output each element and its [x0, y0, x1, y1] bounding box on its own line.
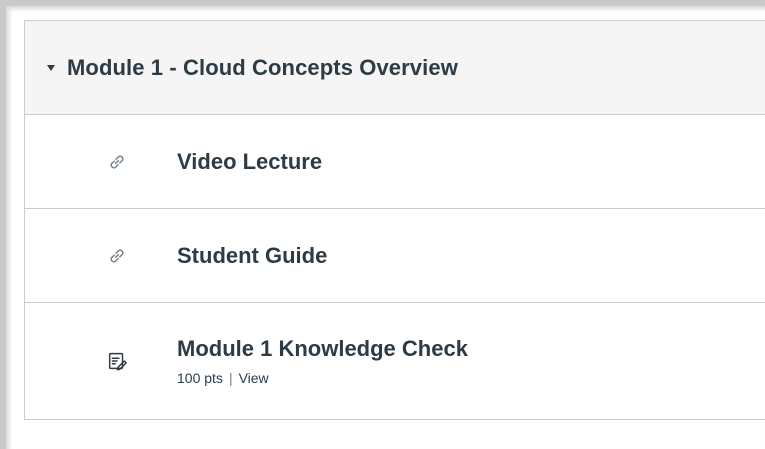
collapse-caret-icon[interactable] — [47, 65, 55, 71]
link-icon — [105, 150, 129, 174]
item-title[interactable]: Student Guide — [177, 243, 327, 269]
module-header[interactable]: Module 1 - Cloud Concepts Overview — [25, 21, 765, 115]
view-link[interactable]: View — [239, 370, 269, 386]
module-item-video-lecture[interactable]: Video Lecture — [25, 115, 765, 209]
item-title[interactable]: Module 1 Knowledge Check — [177, 336, 468, 362]
quiz-icon — [105, 349, 129, 373]
screenshot-frame: Module 1 - Cloud Concepts Overview Video… — [0, 0, 765, 449]
module-item-knowledge-check[interactable]: Module 1 Knowledge Check 100 pts | View — [25, 303, 765, 419]
meta-separator: | — [228, 370, 233, 386]
module-item-student-guide[interactable]: Student Guide — [25, 209, 765, 303]
points-label: 100 pts — [177, 370, 223, 386]
item-title[interactable]: Video Lecture — [177, 149, 322, 175]
module-title: Module 1 - Cloud Concepts Overview — [67, 54, 458, 80]
module-container: Module 1 - Cloud Concepts Overview Video… — [24, 20, 765, 420]
item-meta: 100 pts | View — [177, 370, 468, 386]
link-icon — [105, 244, 129, 268]
